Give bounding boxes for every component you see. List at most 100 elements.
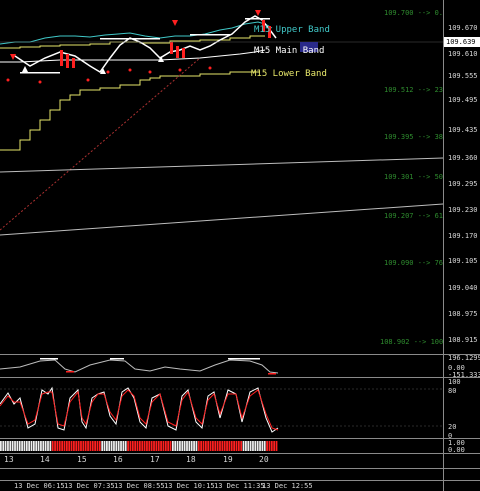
histogram-bar xyxy=(101,441,104,451)
indicator2-svg xyxy=(0,386,443,433)
indicator1-line xyxy=(0,359,279,374)
histogram-bar xyxy=(18,441,21,451)
hour-tick-3: 16 xyxy=(113,455,123,464)
fib-level-23: 109.512 --> 23.6% xyxy=(384,86,443,94)
histogram-bar xyxy=(228,441,231,451)
fib-level-76: 109.090 --> 76.4% xyxy=(384,259,443,267)
hour-tick-1: 14 xyxy=(40,455,50,464)
indicator2-pane[interactable] xyxy=(0,378,443,438)
histogram-bar xyxy=(73,441,75,451)
histogram-bar xyxy=(146,441,148,451)
histogram-bar xyxy=(35,441,38,451)
histogram-bar xyxy=(58,441,61,451)
indicator3-pane[interactable] xyxy=(0,439,443,453)
histogram-bar xyxy=(176,441,179,451)
histogram-bar xyxy=(230,441,233,451)
red-signal-marks xyxy=(6,20,271,84)
histogram-bar xyxy=(164,441,167,451)
indicator1-svg xyxy=(0,358,279,375)
histogram-bar xyxy=(245,441,247,451)
price-label-10: 109.040 xyxy=(448,284,478,292)
histogram-bar xyxy=(91,441,94,451)
histogram-bar xyxy=(242,441,245,451)
histogram-bar xyxy=(115,441,118,451)
current-price-badge: 109.639 xyxy=(444,37,480,47)
histogram-bar xyxy=(108,441,111,451)
ind2-80: 80 xyxy=(448,387,457,395)
histogram-bar xyxy=(252,441,254,451)
histogram-bar xyxy=(131,441,134,451)
hour-tick-7: 20 xyxy=(259,455,269,464)
price-label-4: 109.435 xyxy=(448,126,478,134)
time-label-0: 13 Dec 06:15 xyxy=(14,482,65,490)
histogram-bar xyxy=(80,441,82,451)
histogram-bar xyxy=(235,441,238,451)
time-label-5: 13 Dec 12:55 xyxy=(262,482,313,490)
histogram-bar xyxy=(96,441,99,451)
histogram-bar xyxy=(87,441,89,451)
histogram-bar xyxy=(30,441,33,451)
histogram-bar xyxy=(188,441,191,451)
histogram-bar xyxy=(124,441,127,451)
histogram-bar xyxy=(169,441,172,451)
main-band-label: M15 Main Band xyxy=(254,46,325,56)
histogram-bar xyxy=(122,441,125,451)
histogram-bar xyxy=(120,441,122,451)
histogram-bar xyxy=(181,441,184,451)
histogram-bar xyxy=(223,441,226,451)
hour-tick-6: 19 xyxy=(223,455,233,464)
lower-empty-pane[interactable] xyxy=(0,469,443,480)
histogram-bar xyxy=(233,441,235,451)
histogram-bar xyxy=(268,441,271,451)
histogram-bar xyxy=(56,441,59,451)
histogram-bar xyxy=(150,441,153,451)
price-chart-pane[interactable]: M15 Upper Band M15 Main Band M15 Lower B… xyxy=(0,0,443,354)
histogram-bar xyxy=(139,441,141,451)
upper-band-label: M15 Upper Band xyxy=(254,25,330,35)
histogram-bar xyxy=(216,441,219,451)
histogram-bar xyxy=(263,441,266,451)
histogram-bar xyxy=(148,441,151,451)
histogram-bar xyxy=(249,441,252,451)
histogram-bar xyxy=(193,441,195,451)
histogram-bar xyxy=(103,441,106,451)
fib-level-100: 108.902 --> 100.0% xyxy=(380,338,443,346)
stoch-signal-line xyxy=(0,389,279,431)
histogram-bar xyxy=(117,441,120,451)
price-label-12: 108.915 xyxy=(448,336,478,344)
histogram-bar xyxy=(247,441,250,451)
histogram-bar xyxy=(134,441,137,451)
price-axis-border xyxy=(443,0,444,491)
histogram-bar xyxy=(162,441,165,451)
histogram-bar xyxy=(153,441,155,451)
histogram-bar xyxy=(266,441,268,451)
histogram-bar xyxy=(54,441,56,451)
histogram-bar xyxy=(9,441,12,451)
histogram-bar xyxy=(40,441,42,451)
histogram-bar xyxy=(270,441,273,451)
histogram-bar xyxy=(155,441,158,451)
ind2-100: 100 xyxy=(448,378,461,386)
histogram-bar xyxy=(167,441,170,451)
histogram-bar xyxy=(113,441,115,451)
histogram-bar xyxy=(273,441,276,451)
price-label-9: 109.105 xyxy=(448,257,478,265)
histogram-bar xyxy=(183,441,186,451)
histogram-bar xyxy=(94,441,96,451)
histogram-bar xyxy=(254,441,257,451)
indicator1-pane[interactable] xyxy=(0,355,443,377)
histogram-bar xyxy=(77,441,80,451)
price-label-7: 109.230 xyxy=(448,206,478,214)
histogram-bar xyxy=(2,441,5,451)
histogram-bar xyxy=(179,441,181,451)
histogram-bar xyxy=(32,441,35,451)
indicator1-dots xyxy=(40,358,260,360)
price-label-5: 109.360 xyxy=(448,154,478,162)
price-label-11: 108.975 xyxy=(448,310,478,318)
histogram-bar xyxy=(261,441,264,451)
histogram-bar xyxy=(49,441,52,451)
trend-line-dashed xyxy=(0,57,201,231)
histogram-bar xyxy=(37,441,40,451)
indicator3-svg xyxy=(0,441,278,451)
histogram-bar xyxy=(89,441,92,451)
